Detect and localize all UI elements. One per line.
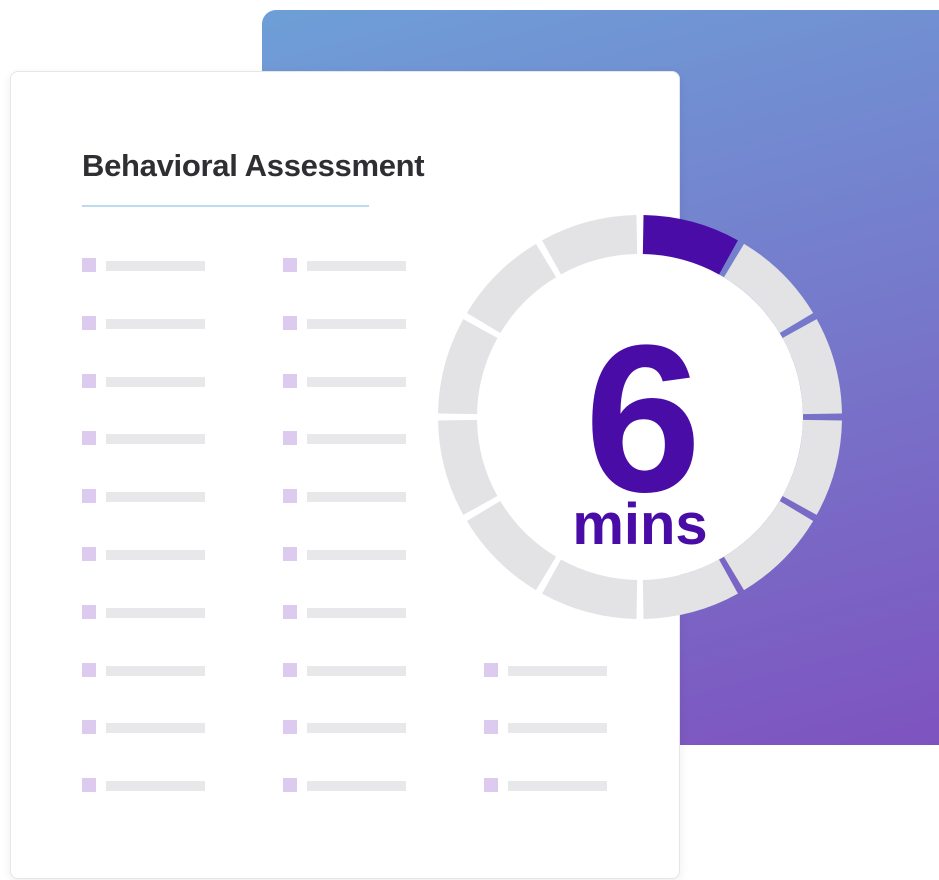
list-item-placeholder-text xyxy=(106,608,205,618)
list-item-bullet xyxy=(82,431,96,445)
list-item-placeholder-text xyxy=(307,781,406,791)
list-item-bullet xyxy=(484,720,498,734)
list-item-bullet xyxy=(283,489,297,503)
list-item-placeholder-text xyxy=(307,608,406,618)
list-item-bullet xyxy=(283,258,297,272)
list-item-placeholder-text xyxy=(307,492,406,502)
card-title: Behavioral Assessment xyxy=(82,148,425,183)
list-item-placeholder-text xyxy=(106,550,205,560)
list-item-placeholder-text xyxy=(106,261,205,271)
list-item-placeholder-text xyxy=(106,319,205,329)
list-item-placeholder-text xyxy=(508,781,607,791)
list-item-bullet xyxy=(283,547,297,561)
list-item-placeholder-text xyxy=(106,377,205,387)
list-item-placeholder-text xyxy=(106,666,205,676)
timer-unit: mins xyxy=(572,492,708,557)
list-item-bullet xyxy=(82,778,96,792)
list-item-placeholder-text xyxy=(307,377,406,387)
list-item-placeholder-text xyxy=(106,723,205,733)
list-item-placeholder-text xyxy=(307,319,406,329)
list-item-placeholder-text xyxy=(307,550,406,560)
list-item-placeholder-text xyxy=(307,723,406,733)
list-item-bullet xyxy=(283,663,297,677)
list-item-bullet xyxy=(82,605,96,619)
list-item-bullet xyxy=(82,489,96,503)
list-item-placeholder-text xyxy=(106,434,205,444)
list-item-placeholder-text xyxy=(307,261,406,271)
list-item-bullet xyxy=(82,720,96,734)
list-item-bullet xyxy=(484,778,498,792)
list-item-bullet xyxy=(82,258,96,272)
list-item-bullet xyxy=(283,431,297,445)
list-item-bullet xyxy=(283,316,297,330)
list-item-placeholder-text xyxy=(508,723,607,733)
list-item-bullet xyxy=(283,605,297,619)
timer-dial: 6 mins xyxy=(438,215,842,619)
list-item-bullet xyxy=(484,663,498,677)
list-item-placeholder-text xyxy=(307,434,406,444)
list-item-placeholder-text xyxy=(508,666,607,676)
list-item-bullet xyxy=(283,374,297,388)
list-item-bullet xyxy=(82,547,96,561)
timer-face: 6 mins xyxy=(477,254,803,580)
list-item-placeholder-text xyxy=(307,666,406,676)
list-item-placeholder-text xyxy=(106,492,205,502)
list-item-bullet xyxy=(82,663,96,677)
list-item-bullet xyxy=(283,720,297,734)
list-item-bullet xyxy=(283,778,297,792)
list-item-bullet xyxy=(82,316,96,330)
title-underline xyxy=(82,205,369,207)
list-item-bullet xyxy=(82,374,96,388)
list-item-placeholder-text xyxy=(106,781,205,791)
